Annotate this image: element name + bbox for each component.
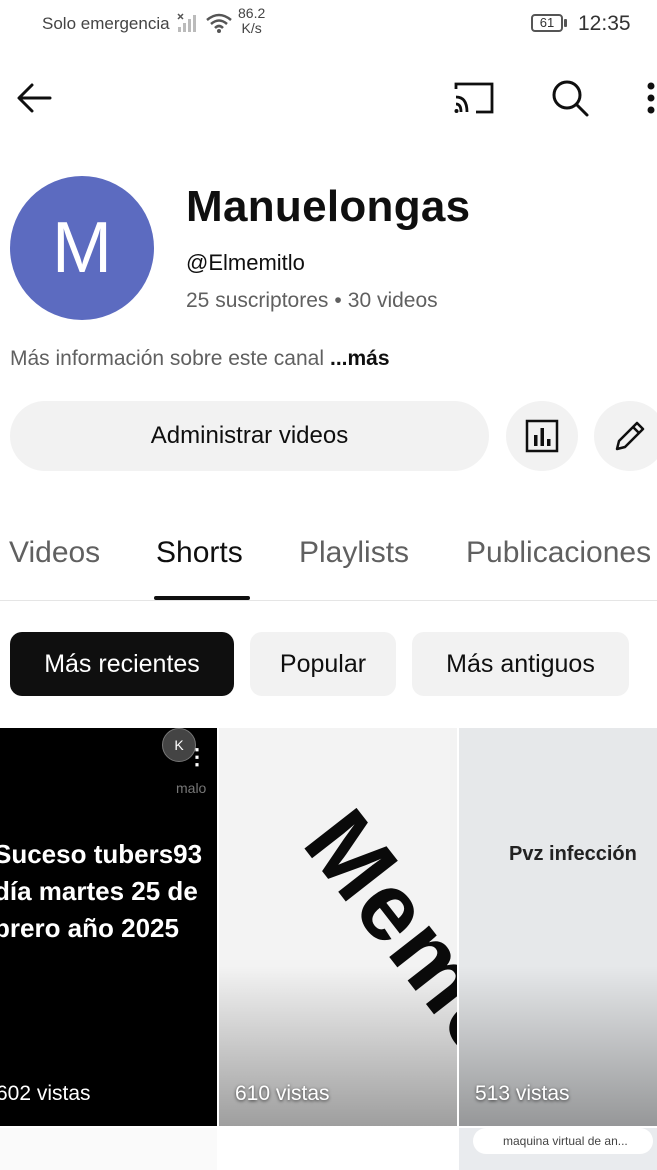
battery-level: 61 — [531, 14, 563, 32]
short-card[interactable]: Memes 610 vistas — [219, 728, 457, 1126]
caption-line: día martes 25 de — [0, 876, 198, 906]
more-link[interactable]: ...más — [330, 347, 390, 370]
battery-icon: 61 — [531, 14, 569, 34]
pencil-icon — [615, 421, 645, 451]
back-button[interactable] — [10, 74, 58, 122]
short-card[interactable]: K malo ⋮ Suceso tubers93 día martes 25 d… — [0, 728, 217, 1126]
short-menu-button[interactable]: ⋮ — [186, 744, 208, 770]
caption-line: brero año 2025 — [0, 913, 179, 943]
speed-value: 86.2 — [238, 5, 266, 21]
cast-button[interactable] — [450, 74, 498, 122]
tab-playlists[interactable]: Playlists — [299, 536, 409, 570]
edit-button[interactable] — [594, 401, 657, 471]
more-vert-icon — [647, 82, 655, 114]
subscriber-count: 25 suscriptores — [186, 289, 329, 312]
manage-videos-button[interactable]: Administrar videos — [10, 401, 489, 471]
thumbnail-caption: Suceso tubers93 día martes 25 de brero a… — [0, 836, 217, 947]
chip-oldest[interactable]: Más antiguos — [412, 632, 629, 696]
signal-icon — [177, 12, 199, 34]
wifi-icon — [205, 12, 233, 34]
stats-separator: • — [334, 289, 342, 312]
thumbnail-caption: Pvz infección — [509, 843, 637, 865]
tab-videos[interactable]: Videos — [9, 536, 100, 570]
description-text: Más información sobre este canal — [10, 347, 324, 370]
avatar-letter: M — [52, 208, 112, 288]
video-count: 30 videos — [347, 289, 438, 312]
channel-handle: @Elmemitlo — [186, 250, 305, 275]
active-tab-indicator — [154, 596, 250, 600]
analytics-icon — [525, 419, 559, 453]
short-card[interactable] — [219, 1128, 457, 1170]
status-bar: Solo emergencia 86.2 K/s 61 12:35 — [0, 0, 657, 50]
channel-description[interactable]: Más información sobre este canal ...más — [10, 347, 390, 371]
analytics-button[interactable] — [506, 401, 578, 471]
search-icon — [552, 80, 589, 117]
channel-name: Manuelongas — [186, 182, 471, 231]
search-button[interactable] — [546, 74, 594, 122]
short-card[interactable]: Pvz infección 513 vistas — [459, 728, 657, 1126]
chip-popular[interactable]: Popular — [250, 632, 396, 696]
carrier-label: Solo emergencia — [42, 14, 170, 33]
cast-icon — [454, 82, 494, 114]
speed-unit: K/s — [241, 20, 262, 36]
tab-shorts[interactable]: Shorts — [156, 536, 243, 570]
thumbnail-search-bar: maquina virtual de an... — [473, 1128, 653, 1154]
network-speed: 86.2 K/s — [238, 6, 265, 36]
watermark-text: malo — [176, 780, 207, 796]
short-card[interactable] — [0, 1128, 217, 1170]
view-count: 602 vistas — [0, 1082, 91, 1105]
manage-videos-label: Administrar videos — [150, 422, 349, 449]
clock: 12:35 — [578, 12, 631, 35]
channel-tabs: Videos Shorts Playlists Publicaciones — [0, 520, 657, 601]
top-app-bar — [0, 60, 657, 132]
view-count: 610 vistas — [235, 1082, 330, 1105]
chip-most-recent[interactable]: Más recientes — [10, 632, 234, 696]
arrow-left-icon — [17, 83, 52, 113]
caption-line: Suceso tubers93 — [0, 839, 203, 869]
more-options-button[interactable] — [636, 74, 657, 122]
view-count: 513 vistas — [475, 1082, 570, 1105]
tab-publicaciones[interactable]: Publicaciones — [466, 536, 651, 570]
short-card[interactable]: maquina virtual de an... — [459, 1128, 657, 1170]
channel-stats: 25 suscriptores • 30 videos — [186, 289, 438, 313]
channel-avatar[interactable]: M — [10, 176, 154, 320]
